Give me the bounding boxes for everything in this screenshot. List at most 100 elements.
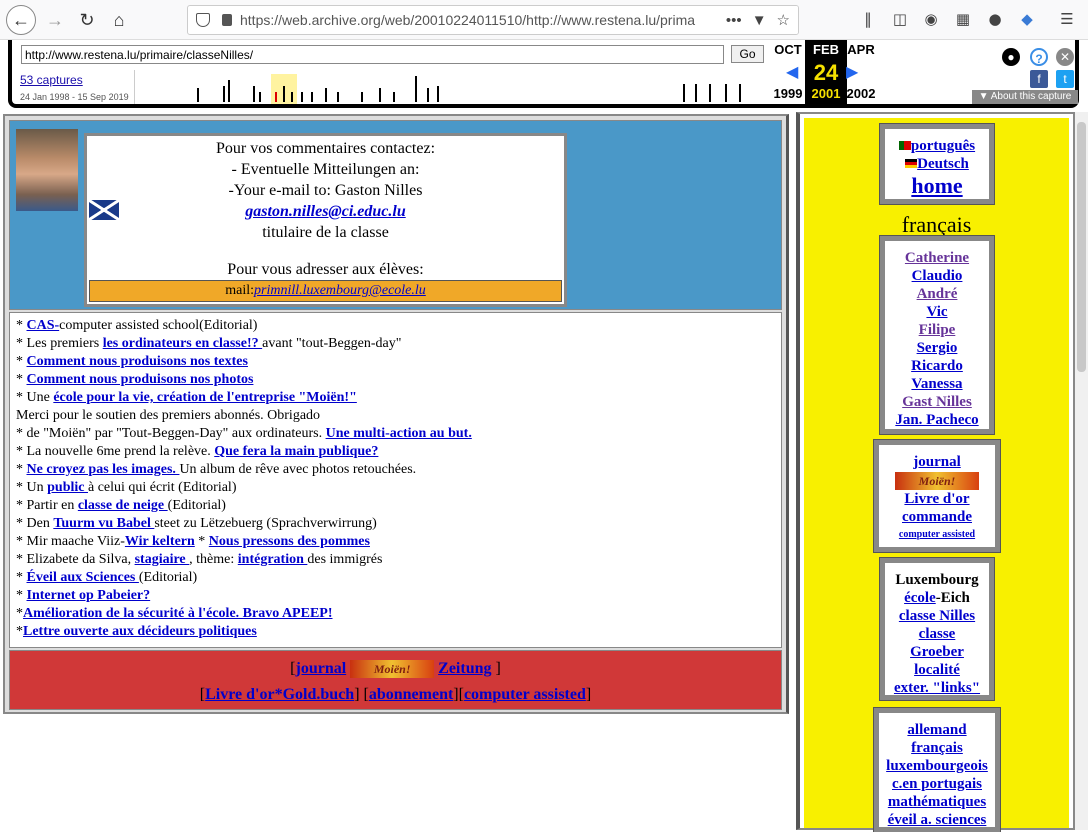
extension-icon[interactable]: ◆ [1017,10,1037,30]
pupil-link[interactable]: André [885,285,989,303]
library-icon[interactable]: ‖ [858,10,878,30]
lock-icon [222,14,232,26]
pupils-text: Pour vous adresser aux élèves: [227,261,424,278]
pupil-link[interactable]: Claudio [885,267,989,285]
about-capture-button[interactable]: ▼ About this capture [972,90,1078,104]
pupil-link[interactable]: Jan. Pacheco [885,411,989,429]
mail-label: mail: [225,283,254,298]
list-item: *Amélioration de la sécurité à l'école. … [16,606,333,621]
help-icon[interactable]: ? [1030,48,1048,66]
language-box: português Deutsch home [879,123,995,205]
pupil-link[interactable]: Catherine [885,249,989,267]
go-button[interactable]: Go [731,45,764,63]
portuguese-link[interactable]: português [885,137,989,155]
bookmark-star-icon[interactable]: ☆ [777,11,790,29]
pocket-icon[interactable]: ▼ [752,12,767,29]
computer-assisted-link[interactable]: computer assisted [879,526,995,544]
subjects-box: allemand français luxembourgeois c.en po… [873,707,1001,832]
subject-link[interactable]: c.en portugais [879,775,995,793]
main-frame: Pour vos commentaires contactez: - Event… [3,114,789,714]
contact-box: Pour vos commentaires contactez: - Event… [84,133,567,307]
list-item: * Éveil aux Sciences (Editorial) [16,570,198,585]
classe-nilles-link[interactable]: classe Nilles [885,607,989,625]
commande-link[interactable]: commande [879,508,995,526]
menu-icon[interactable]: ☰ [1057,10,1077,30]
zeitung-link[interactable]: Zeitung [438,660,491,677]
list-item: * La nouvelle 6me prend la relève. Que f… [16,444,379,459]
pupil-link[interactable]: Sergio [885,339,989,357]
list-item: * CAS-computer assisted school(Editorial… [16,318,258,333]
wayback-banner: Go 53 captures 24 Jan 1998 - 15 Sep 2019… [8,40,1079,108]
captures-link[interactable]: 53 captures [20,73,83,87]
exter-links-link[interactable]: exter. "links" [885,679,989,697]
teacher-photo [16,129,78,211]
shield-icon [196,13,210,27]
computer-assisted-link[interactable]: computer assisted [464,686,586,703]
address-bar[interactable]: https://web.archive.org/web/200102240115… [187,5,799,35]
email-link[interactable]: gaston.nilles@ci.educ.lu [245,203,405,220]
extension-icon[interactable]: ● [985,10,1005,30]
deutsch-link[interactable]: Deutsch [885,155,989,173]
facebook-icon[interactable]: f [1030,70,1048,88]
subject-link[interactable]: mathématiques [879,793,995,811]
livre-link[interactable]: Livre d'or*Gold.buch [205,686,354,703]
close-icon[interactable]: ✕ [1056,48,1074,66]
list-item: * Comment nous produisons nos textes [16,354,248,369]
forward-icon[interactable]: → [40,5,70,35]
envelope-icon[interactable] [89,200,119,220]
pupil-mail-link[interactable]: primnill.luxembourg@ecole.lu [254,283,426,298]
localite-link[interactable]: localité [885,661,989,679]
contact-line: -Your e-mail to: Gaston Nilles [228,182,423,199]
list-item: * Les premiers les ordinateurs en classe… [16,336,402,351]
list-item: * Comment nous produisons nos photos [16,372,254,387]
pupil-link[interactable]: Ricardo [885,357,989,375]
pupils-box: Catherine Claudio André Vic Filipe Sergi… [879,235,995,435]
user-icon[interactable]: ● [1002,48,1020,66]
list-item: * de "Moiën" par "Tout-Beggen-Day" aux o… [16,426,472,441]
sidebar-icon[interactable]: ◫ [890,10,910,30]
contact-line: - Eventuelle Mitteilungen an: [231,161,420,178]
reload-icon[interactable]: ↻ [72,5,102,35]
moien-logo[interactable]: Moiën! [350,660,435,679]
pupil-link[interactable]: Vanessa [885,375,989,393]
prev-arrow-icon[interactable]: ◀ [786,62,800,81]
journal-link[interactable]: journal [879,453,995,471]
subject-link[interactable]: luxembourgeois [879,757,995,775]
list-item: * Mir maache Viiz-Wir keltern * Nous pre… [16,534,370,549]
journal-link[interactable]: journal [295,660,346,677]
subject-link[interactable]: français [879,739,995,757]
back-icon[interactable]: ← [6,5,36,35]
subject-link[interactable]: allemand [879,721,995,739]
wayback-url-input[interactable] [21,45,724,64]
browser-toolbar: ← → ↻ ⌂ https://web.archive.org/web/2001… [0,0,1088,40]
list-item: * Internet op Pabeier? [16,588,151,603]
role-text: titulaire de la classe [262,224,389,241]
pupil-link[interactable]: Gast Nilles [885,393,989,411]
home-link[interactable]: home [885,173,989,199]
twitter-icon[interactable]: t [1056,70,1074,88]
moien-logo[interactable]: Moiën! [895,471,979,490]
pupil-link[interactable]: Filipe [885,321,989,339]
capture-sparkline[interactable] [134,70,768,104]
list-item: *Lettre ouverte aux décideurs politiques [16,624,257,639]
article-list: * CAS-computer assisted school(Editorial… [9,312,782,648]
more-icon[interactable]: ••• [726,12,742,29]
classe-link[interactable]: classe [885,625,989,643]
scrollbar-thumb[interactable] [1077,122,1086,372]
list-item: * Un public à celui qui écrit (Editorial… [16,480,237,495]
next-month: APR [847,42,875,57]
ecole-link[interactable]: école [904,590,936,606]
extension-icon[interactable]: ▦ [953,10,973,30]
home-icon[interactable]: ⌂ [104,5,134,35]
livre-dor-link[interactable]: Livre d'or [879,490,995,508]
scrollbar[interactable] [1075,112,1088,830]
groeber-link[interactable]: Groeber [885,643,989,661]
list-item: Merci pour le soutien des premiers abonn… [16,408,321,423]
pupil-link[interactable]: Vic [885,303,989,321]
account-icon[interactable]: ◉ [921,10,941,30]
prev-year: 1999 [773,86,803,101]
abonnement-link[interactable]: abonnement [369,686,453,703]
footer-links: [journal Moiën! Zeitung ] [Livre d'or*Go… [9,650,782,710]
next-arrow-icon[interactable]: ▶ [846,62,860,81]
subject-link[interactable]: éveil a. sciences [879,811,995,829]
